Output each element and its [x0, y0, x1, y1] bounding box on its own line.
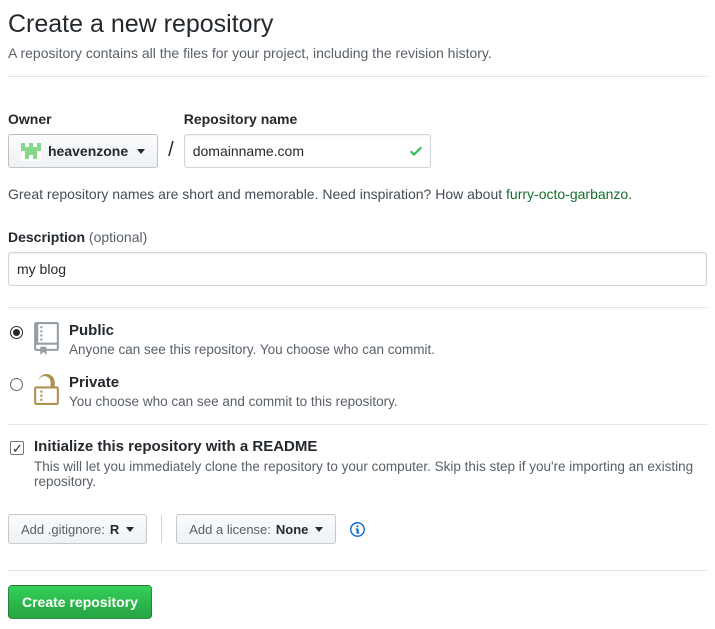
- create-repository-page: Create a new repository A repository con…: [0, 0, 715, 629]
- private-note: You choose who can see and commit to thi…: [69, 394, 398, 409]
- public-label: Public: [69, 322, 115, 339]
- license-selected-value: None: [275, 521, 309, 537]
- license-button-label: Add a license:: [189, 521, 271, 537]
- readme-option[interactable]: Initialize this repository with a README: [8, 438, 707, 455]
- chevron-down-icon: [126, 526, 135, 532]
- description-label-text: Description: [8, 229, 86, 245]
- repo-book-icon: [23, 320, 69, 358]
- divider: [8, 424, 707, 425]
- readme-note: This will let you immediately clone the …: [34, 459, 694, 489]
- divider: [8, 307, 707, 308]
- owner-menu-button[interactable]: heavenzone: [8, 134, 159, 168]
- divider: [8, 570, 707, 571]
- repo-name-input[interactable]: [183, 134, 431, 168]
- owner-avatar: [21, 141, 41, 161]
- identicon-image: [21, 141, 41, 161]
- repo-name-group: Repository name: [183, 111, 431, 168]
- repo-name-row: Owner heavenzone / Repository name domai…: [8, 111, 707, 168]
- divider: [8, 76, 707, 77]
- hint-period: .: [628, 186, 633, 202]
- chevron-down-icon: [315, 526, 324, 532]
- repo-options-row: Add .gitignore: R Add a license: None: [8, 514, 707, 544]
- owner-repo-separator: /: [168, 139, 174, 161]
- repo-name-hint: Great repository names are short and mem…: [8, 186, 707, 202]
- public-option-text: Public Anyone can see this repository. Y…: [69, 320, 435, 357]
- page-title: Create a new repository: [8, 10, 274, 38]
- create-repository-button[interactable]: Create repository: [8, 585, 152, 619]
- description-label: Description (optional): [8, 229, 707, 245]
- description-optional-text: (optional): [88, 229, 148, 245]
- page-subtitle: A repository contains all the files for …: [8, 45, 492, 61]
- visibility-option-public[interactable]: Public Anyone can see this repository. Y…: [8, 320, 707, 358]
- gitignore-button-label: Add .gitignore:: [21, 521, 105, 537]
- private-label: Private: [69, 374, 120, 391]
- public-radio[interactable]: [10, 326, 23, 339]
- add-gitignore-button[interactable]: Add .gitignore: R: [8, 514, 148, 544]
- private-option-text: Private You choose who can see and commi…: [69, 372, 398, 409]
- add-license-button[interactable]: Add a license: None: [176, 514, 337, 544]
- vertical-divider: [161, 515, 163, 543]
- gitignore-selected-value: R: [109, 521, 120, 537]
- repo-name-label: Repository name: [183, 111, 298, 127]
- repo-name-input-wrap: [183, 134, 431, 168]
- name-suggestion-link[interactable]: furry-octo-garbanzo: [506, 186, 628, 202]
- lock-icon: [23, 372, 69, 410]
- info-icon[interactable]: [349, 521, 366, 538]
- owner-label: Owner: [8, 111, 52, 127]
- public-note: Anyone can see this repository. You choo…: [69, 342, 435, 357]
- private-radio[interactable]: [10, 378, 23, 391]
- valid-check-icon: [409, 143, 423, 162]
- owner-name: heavenzone: [48, 143, 129, 159]
- owner-group: Owner heavenzone: [8, 111, 159, 168]
- readme-label: Initialize this repository with a README: [34, 438, 318, 455]
- readme-checkbox[interactable]: [10, 441, 24, 455]
- description-input[interactable]: [8, 252, 707, 286]
- hint-text: Great repository names are short and mem…: [8, 186, 507, 202]
- visibility-option-private[interactable]: Private You choose who can see and commi…: [8, 372, 707, 410]
- chevron-down-icon: [137, 148, 146, 154]
